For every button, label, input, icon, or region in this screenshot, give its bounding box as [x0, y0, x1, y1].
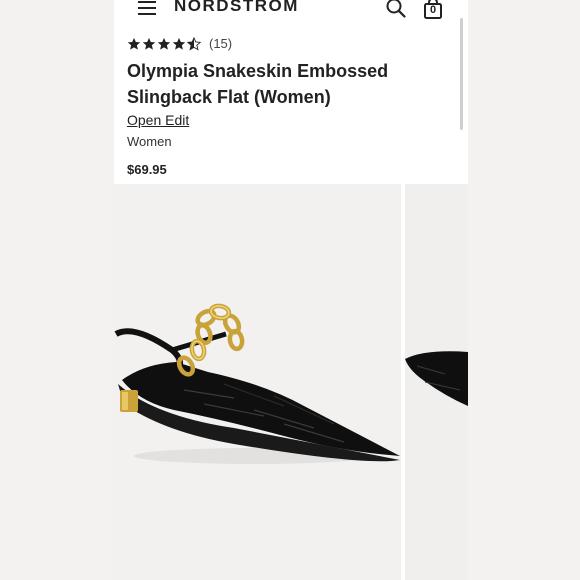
product-price: $69.95: [127, 162, 167, 177]
half-star-icon: [187, 36, 201, 51]
star-icon: [127, 37, 141, 50]
brand-link[interactable]: Open Edit: [127, 112, 189, 128]
search-icon[interactable]: [386, 0, 406, 18]
top-navigation-bar: NORDSTROM 0: [114, 0, 468, 20]
product-page: NORDSTROM 0 (15) Olympia Snakeskin Embos…: [114, 0, 468, 580]
shopping-bag-icon[interactable]: 0: [423, 0, 443, 20]
bag-count: 0: [429, 4, 437, 16]
product-category: Women: [127, 134, 172, 149]
product-image-main[interactable]: [114, 184, 401, 580]
backdrop-right: [468, 0, 580, 580]
star-icon: [157, 37, 171, 50]
star-rating: [127, 36, 201, 51]
star-icon: [172, 37, 186, 50]
shoe-image: [114, 303, 400, 464]
product-title: Olympia Snakeskin Embossed Slingback Fla…: [127, 61, 389, 107]
hamburger-menu-icon[interactable]: [138, 1, 156, 15]
product-image-next[interactable]: [405, 184, 468, 580]
shoe-image-partial: [405, 351, 468, 406]
nordstrom-logo[interactable]: NORDSTROM: [174, 0, 299, 16]
backdrop-left: [0, 0, 114, 580]
scrollbar[interactable]: [460, 18, 463, 130]
review-count[interactable]: (15): [209, 36, 232, 51]
product-rating[interactable]: (15): [127, 36, 232, 51]
star-icon: [142, 37, 156, 50]
